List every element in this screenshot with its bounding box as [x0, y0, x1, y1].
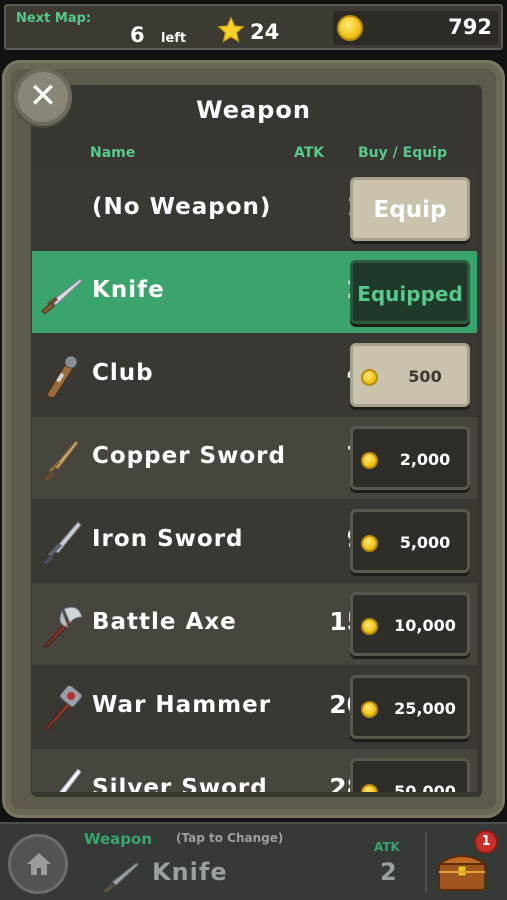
weapon-list[interactable]: (No Weapon) 1 Equip Knife 2 Equipped Clu…	[32, 168, 477, 792]
weapon-row-battle-axe: Battle Axe 15 10,000	[32, 583, 477, 665]
divider	[425, 832, 427, 892]
next-map-label: Next Map:	[16, 11, 92, 26]
battle-axe-icon	[43, 606, 83, 647]
weapon-name: (No Weapon)	[92, 194, 272, 220]
knife-icon[interactable]	[98, 856, 144, 894]
equipped-indicator: Equipped	[350, 260, 470, 324]
coin-icon	[361, 701, 378, 718]
weapon-row-knife: Knife 2 Equipped	[32, 251, 477, 333]
next-map-count: 6	[130, 23, 145, 47]
tap-to-change-hint: (Tap to Change)	[176, 831, 284, 845]
weapon-atk: 15	[329, 607, 364, 636]
price: 2,000	[399, 450, 451, 469]
coin-icon	[337, 15, 363, 41]
equipped-label: Equipped	[357, 282, 463, 306]
column-header-name: Name	[90, 145, 136, 161]
weapon-name: Knife	[92, 277, 165, 303]
coin-icon	[361, 369, 378, 386]
coin-icon	[361, 452, 378, 469]
buy-button[interactable]: 50,000	[350, 758, 470, 792]
weapon-name: War Hammer	[92, 692, 272, 718]
price: 5,000	[399, 533, 451, 552]
next-map-suffix: left	[161, 31, 187, 46]
coin-balance: 792	[333, 11, 498, 45]
weapon-name: Club	[92, 360, 154, 386]
coin-count: 792	[448, 15, 492, 39]
equip-button-label: Equip	[373, 197, 447, 223]
silver-sword-icon	[47, 769, 82, 792]
badge-count: 1	[481, 834, 491, 849]
price: 25,000	[394, 699, 456, 718]
buy-button[interactable]: 10,000	[350, 592, 470, 656]
knife-icon	[41, 278, 83, 315]
buy-button[interactable]: 5,000	[350, 509, 470, 573]
weapon-atk: 2	[264, 275, 364, 304]
weapon-row-iron-sword: Iron Sword 9 5,000	[32, 500, 477, 582]
weapon-row-copper-sword: Copper Sword 7 2,000	[32, 417, 477, 499]
weapon-atk: 9	[264, 524, 364, 553]
weapon-atk: 4	[264, 358, 364, 387]
column-header-action: Buy / Equip	[358, 145, 447, 161]
home-button[interactable]	[8, 834, 68, 894]
price: 50,000	[394, 782, 456, 792]
equip-button[interactable]: Equip	[350, 177, 470, 241]
home-icon	[27, 853, 51, 875]
top-hud: Next Map: 6 left 24 792	[4, 4, 503, 50]
club-icon	[45, 355, 78, 398]
column-header-atk: ATK	[294, 145, 325, 161]
notification-badge: 1	[474, 830, 498, 854]
current-weapon-name[interactable]: Knife	[152, 858, 228, 886]
weapon-name: Battle Axe	[92, 609, 237, 635]
coin-icon	[361, 618, 378, 635]
star-icon	[217, 16, 245, 43]
weapon-atk: 28	[329, 773, 364, 792]
current-atk-label: ATK	[374, 840, 400, 854]
treasure-chest-icon[interactable]	[436, 848, 488, 892]
buy-button[interactable]: 25,000	[350, 675, 470, 739]
panel-title: Weapon	[196, 96, 311, 124]
weapon-atk: 20	[329, 690, 364, 719]
copper-sword-icon	[44, 440, 79, 481]
weapon-name: Copper Sword	[92, 443, 286, 469]
weapon-atk: 1	[264, 192, 364, 221]
weapon-row-silver-sword: Silver Sword 28 50,000	[32, 749, 477, 792]
coin-icon	[361, 535, 378, 552]
price: 500	[408, 367, 442, 386]
current-atk-value: 2	[380, 858, 397, 886]
iron-sword-icon	[43, 521, 82, 564]
weapon-row-club: Club 4 500	[32, 334, 477, 416]
weapon-name: Iron Sword	[92, 526, 244, 552]
bottom-bar: Weapon (Tap to Change) Knife ATK 2 1	[0, 822, 507, 900]
current-weapon-label: Weapon	[84, 830, 153, 848]
war-hammer-icon	[43, 686, 83, 730]
buy-button[interactable]: 500	[350, 343, 470, 407]
weapon-row-war-hammer: War Hammer 20 25,000	[32, 666, 477, 748]
coin-icon	[361, 784, 378, 792]
weapon-atk: 7	[264, 441, 364, 470]
price: 10,000	[394, 616, 456, 635]
star-count: 24	[250, 20, 280, 44]
buy-button[interactable]: 2,000	[350, 426, 470, 490]
weapon-name: Silver Sword	[92, 775, 268, 792]
weapon-row-no-weapon: (No Weapon) 1 Equip	[32, 168, 477, 250]
